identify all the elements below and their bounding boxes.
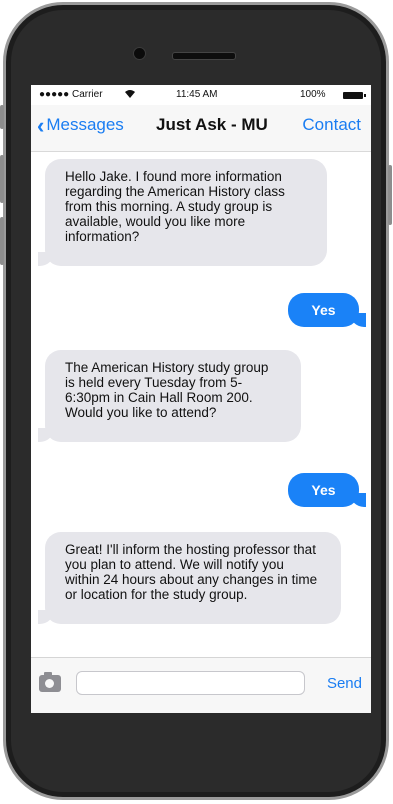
status-time: 11:45 AM xyxy=(176,89,218,100)
back-label: Messages xyxy=(46,115,124,134)
message-incoming: Great! I'll inform the hosting professor… xyxy=(38,532,341,624)
message-outgoing: Yes xyxy=(288,293,366,327)
power-button xyxy=(388,165,392,225)
message-incoming: The American History study group is held… xyxy=(38,350,301,442)
message-outgoing: Yes xyxy=(288,473,366,507)
contact-button[interactable]: Contact xyxy=(302,115,361,135)
battery-percent: 100% xyxy=(300,89,326,100)
mute-switch xyxy=(0,105,4,129)
wifi-icon xyxy=(125,90,135,98)
message-input[interactable] xyxy=(76,671,305,695)
battery-icon xyxy=(343,92,366,99)
send-button[interactable]: Send xyxy=(327,675,362,692)
back-button[interactable]: ‹ Messages xyxy=(37,112,124,138)
front-camera xyxy=(133,47,146,60)
conversation-title: Just Ask - MU xyxy=(156,115,268,134)
status-bar: ●●●●● Carrier 11:45 AM 100% xyxy=(31,85,371,105)
message-composer: Send xyxy=(31,657,371,713)
volume-down-button xyxy=(0,217,4,265)
navigation-bar: ‹ Messages Just Ask - MU Contact xyxy=(31,105,371,152)
chevron-left-icon: ‹ xyxy=(37,112,45,138)
earpiece-speaker xyxy=(172,52,236,60)
volume-up-button xyxy=(0,155,4,203)
carrier-label: ●●●●● Carrier xyxy=(39,89,103,100)
message-incoming: Hello Jake. I found more information reg… xyxy=(38,159,327,266)
message-thread[interactable]: Hello Jake. I found more information reg… xyxy=(31,152,371,660)
phone-screen: ●●●●● Carrier 11:45 AM 100% ‹ Messages J… xyxy=(31,85,371,713)
camera-icon[interactable] xyxy=(39,672,61,692)
